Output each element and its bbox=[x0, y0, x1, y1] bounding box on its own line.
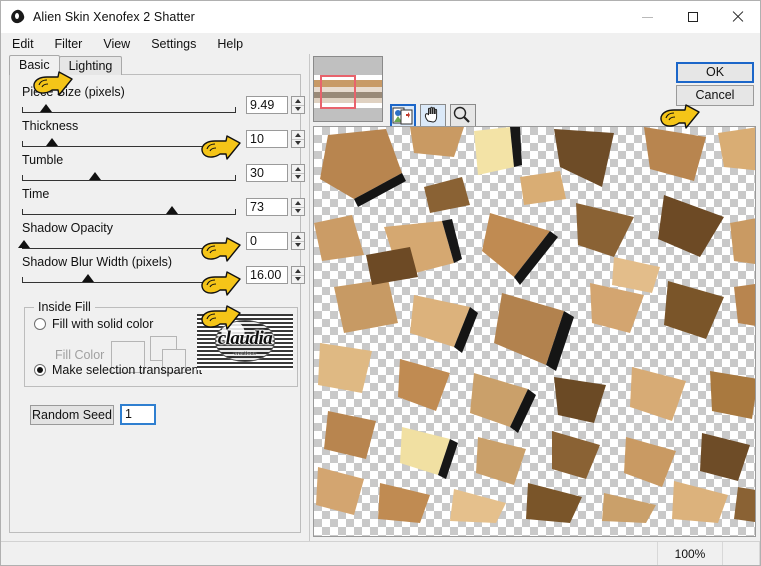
tab-lighting[interactable]: Lighting bbox=[58, 56, 123, 75]
spinner-tumble[interactable] bbox=[291, 164, 305, 182]
zoom-magnifier-tool-icon[interactable] bbox=[450, 104, 476, 128]
slider-track-shadow-blur-width[interactable] bbox=[22, 274, 236, 283]
random-seed-input[interactable]: 1 bbox=[120, 404, 156, 425]
window-title: Alien Skin Xenofex 2 Shatter bbox=[33, 10, 195, 24]
tab-strip: Basic Lighting bbox=[9, 55, 123, 75]
menu-item-edit[interactable]: Edit bbox=[10, 36, 36, 52]
spinner-up-time[interactable] bbox=[292, 199, 304, 208]
radio-icon-make-transparent[interactable] bbox=[34, 364, 46, 376]
slider-row-time: Time 73 bbox=[20, 187, 305, 223]
value-input-tumble[interactable]: 30 bbox=[246, 164, 288, 182]
navigate-tool-icon[interactable] bbox=[390, 104, 416, 128]
basic-panel: Piece Size (pixels) 9.49 Thickness 10 Tu… bbox=[9, 74, 305, 533]
app-blob-icon bbox=[9, 8, 26, 25]
slider-label-time: Time bbox=[22, 187, 50, 201]
slider-row-piece-size: Piece Size (pixels) 9.49 bbox=[20, 85, 305, 121]
radio-icon-solid-color[interactable] bbox=[34, 318, 46, 330]
main-body: Basic Lighting Piece Size (pixels) 9.49 bbox=[1, 54, 760, 541]
spinner-up-piece-size[interactable] bbox=[292, 97, 304, 106]
inside-fill-group-label: Inside Fill bbox=[34, 300, 95, 314]
spinner-up-tumble[interactable] bbox=[292, 165, 304, 174]
spinner-down-piece-size[interactable] bbox=[292, 106, 304, 114]
slider-label-tumble: Tumble bbox=[22, 153, 64, 167]
slider-row-shadow-opacity: Shadow Opacity 0 bbox=[18, 221, 305, 257]
slider-thumb-shadow-opacity[interactable] bbox=[18, 240, 31, 248]
slider-track-shadow-opacity[interactable] bbox=[18, 240, 236, 249]
spinner-thickness[interactable] bbox=[291, 130, 305, 148]
status-end-cell bbox=[723, 542, 760, 565]
claudia-watermark-sub: creations bbox=[234, 351, 256, 357]
inside-fill-group: Inside Fill Fill with solid color Fill C… bbox=[24, 300, 298, 387]
cancel-button[interactable]: Cancel bbox=[676, 85, 754, 106]
spinner-up-shadow-blur-width[interactable] bbox=[292, 267, 304, 276]
shatter-shards bbox=[314, 127, 755, 523]
maximize-icon[interactable] bbox=[670, 1, 715, 33]
slider-thumb-shadow-blur-width[interactable] bbox=[82, 274, 95, 282]
slider-thumb-piece-size[interactable] bbox=[39, 104, 52, 112]
slider-thumb-tumble[interactable] bbox=[88, 172, 101, 180]
spinner-down-shadow-blur-width[interactable] bbox=[292, 276, 304, 284]
slider-thumb-time[interactable] bbox=[165, 206, 178, 214]
spinner-down-shadow-opacity[interactable] bbox=[292, 242, 304, 250]
spinner-up-shadow-opacity[interactable] bbox=[292, 233, 304, 242]
minimize-icon[interactable] bbox=[625, 1, 670, 33]
spinner-time[interactable] bbox=[291, 198, 305, 216]
ok-button[interactable]: OK bbox=[676, 62, 754, 83]
spinner-shadow-blur-width[interactable] bbox=[291, 266, 305, 284]
fill-color-label: Fill Color bbox=[55, 348, 105, 362]
slider-track-thickness[interactable] bbox=[22, 138, 236, 147]
radio-fill-with-solid-color[interactable]: Fill with solid color bbox=[34, 317, 153, 331]
menu-item-settings[interactable]: Settings bbox=[149, 36, 198, 52]
app-window: Alien Skin Xenofex 2 Shatter Edit Filter… bbox=[0, 0, 761, 566]
menu-item-view[interactable]: View bbox=[101, 36, 132, 52]
slider-track-tumble[interactable] bbox=[22, 172, 236, 181]
random-seed-button[interactable]: Random Seed bbox=[30, 405, 114, 425]
radio-make-selection-transparent[interactable]: Make selection transparent bbox=[34, 363, 202, 377]
slider-row-thickness: Thickness 10 bbox=[20, 119, 305, 155]
status-zoom-level: 100% bbox=[658, 542, 723, 565]
slider-row-shadow-blur-width: Shadow Blur Width (pixels) 16.00 bbox=[20, 255, 305, 291]
menu-item-help[interactable]: Help bbox=[215, 36, 245, 52]
slider-thumb-thickness[interactable] bbox=[45, 138, 58, 146]
radio-label-make-transparent: Make selection transparent bbox=[52, 363, 203, 377]
menu-item-filter[interactable]: Filter bbox=[53, 36, 85, 52]
navigator-thumbnail[interactable] bbox=[313, 56, 383, 122]
claudia-watermark-word: claudia bbox=[217, 328, 273, 349]
tab-basic[interactable]: Basic bbox=[9, 55, 60, 75]
spinner-piece-size[interactable] bbox=[291, 96, 305, 114]
slider-label-shadow-blur-width: Shadow Blur Width (pixels) bbox=[22, 255, 173, 269]
slider-track-time[interactable] bbox=[22, 206, 236, 215]
close-icon[interactable] bbox=[715, 1, 760, 33]
value-input-time[interactable]: 73 bbox=[246, 198, 288, 216]
spinner-down-time[interactable] bbox=[292, 208, 304, 216]
status-bar: 100% bbox=[1, 541, 760, 565]
slider-track-piece-size[interactable] bbox=[22, 104, 236, 113]
preview-toolbar bbox=[390, 104, 480, 128]
status-message-area bbox=[1, 542, 658, 565]
navigator-view-rect[interactable] bbox=[320, 75, 356, 109]
pan-hand-tool-icon[interactable] bbox=[420, 104, 446, 128]
spinner-up-thickness[interactable] bbox=[292, 131, 304, 140]
value-input-shadow-blur-width[interactable]: 16.00 bbox=[246, 266, 288, 284]
spinner-shadow-opacity[interactable] bbox=[291, 232, 305, 250]
slider-row-tumble: Tumble 30 bbox=[20, 153, 305, 189]
value-input-shadow-opacity[interactable]: 0 bbox=[246, 232, 288, 250]
preview-pane: OK Cancel bbox=[310, 54, 760, 541]
radio-label-solid-color: Fill with solid color bbox=[52, 317, 154, 331]
slider-label-piece-size: Piece Size (pixels) bbox=[22, 85, 125, 99]
value-input-thickness[interactable]: 10 bbox=[246, 130, 288, 148]
title-bar: Alien Skin Xenofex 2 Shatter bbox=[1, 1, 760, 33]
value-input-piece-size[interactable]: 9.49 bbox=[246, 96, 288, 114]
spinner-down-tumble[interactable] bbox=[292, 174, 304, 182]
claudia-watermark: claudia creations bbox=[197, 314, 293, 370]
slider-label-thickness: Thickness bbox=[22, 119, 79, 133]
spinner-down-thickness[interactable] bbox=[292, 140, 304, 148]
slider-label-shadow-opacity: Shadow Opacity bbox=[22, 221, 114, 235]
shatter-preview-canvas[interactable] bbox=[313, 126, 756, 537]
settings-pane: Basic Lighting Piece Size (pixels) 9.49 bbox=[1, 54, 310, 541]
menu-bar: Edit Filter View Settings Help bbox=[1, 33, 760, 54]
window-controls bbox=[625, 1, 760, 33]
